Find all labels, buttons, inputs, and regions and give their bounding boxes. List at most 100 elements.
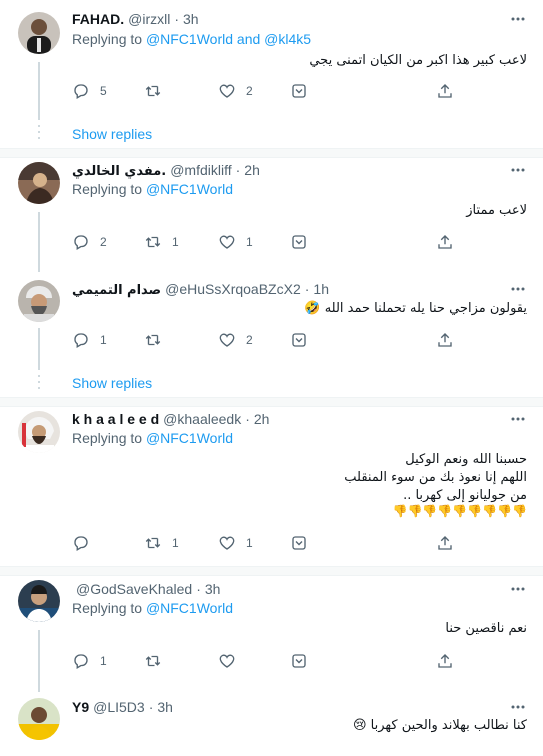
reply-button[interactable]: 2 — [72, 233, 107, 251]
reply-button[interactable]: 1 — [72, 652, 107, 670]
tweet-header: Y9 @LI5D3 · 3h — [72, 699, 173, 715]
separator-dot: · — [196, 581, 201, 597]
more-icon[interactable] — [510, 581, 526, 597]
user-handle[interactable]: @LI5D3 — [93, 699, 145, 715]
retweet-button[interactable] — [144, 82, 172, 100]
thread-line — [38, 212, 40, 272]
upload-icon — [438, 235, 452, 249]
show-replies-link[interactable]: Show replies — [72, 126, 152, 142]
separator-dot: · — [235, 162, 241, 178]
share-button[interactable] — [290, 233, 308, 251]
retweet-button[interactable]: 1 — [144, 233, 179, 251]
separator-dot: · — [245, 411, 250, 427]
share-icon — [292, 235, 306, 249]
tweet-header: @GodSaveKhaled · 3h — [72, 581, 220, 597]
more-icon[interactable] — [510, 281, 526, 297]
replying-to-link[interactable]: @NFC1World — [146, 600, 233, 616]
share-button[interactable] — [290, 534, 308, 552]
tweet-text: لاعب ممتاز — [466, 203, 527, 218]
retweet-button[interactable] — [144, 652, 172, 670]
like-count: 1 — [246, 536, 253, 550]
timestamp[interactable]: 2h — [254, 411, 270, 427]
reply-button[interactable]: 5 — [72, 82, 107, 100]
like-icon — [219, 536, 235, 550]
reply-icon — [74, 333, 88, 348]
reply-icon — [74, 536, 88, 551]
separator-dot: · — [148, 699, 154, 715]
replying-to-link[interactable]: @NFC1World — [146, 181, 233, 197]
show-replies-link[interactable]: Show replies — [72, 375, 152, 391]
reply-icon — [74, 84, 88, 99]
retweet-icon — [145, 334, 161, 346]
retweet-button[interactable]: 1 — [144, 534, 179, 552]
thread-line — [38, 328, 40, 370]
more-icon[interactable] — [510, 699, 526, 715]
upload-button[interactable] — [436, 652, 454, 670]
like-button[interactable]: 1 — [218, 233, 253, 251]
share-icon — [292, 654, 306, 668]
avatar[interactable] — [18, 411, 60, 453]
share-icon — [292, 536, 306, 550]
avatar[interactable] — [18, 580, 60, 622]
timestamp[interactable]: 3h — [205, 581, 221, 597]
replying-to-link[interactable]: @NFC1World and @kl4k5 — [146, 31, 311, 47]
display-name[interactable]: Y9 — [72, 699, 89, 715]
reply-button[interactable] — [72, 534, 100, 552]
more-icon[interactable] — [510, 162, 526, 178]
action-bar: 2 1 1 — [72, 233, 462, 253]
upload-button[interactable] — [436, 331, 454, 349]
retweet-button[interactable] — [144, 331, 172, 349]
avatar[interactable] — [18, 698, 60, 740]
reply-count: 5 — [100, 84, 107, 98]
section-divider — [0, 566, 543, 576]
separator-dot: · — [304, 281, 310, 297]
share-icon — [292, 84, 306, 98]
timestamp[interactable]: 1h — [313, 281, 329, 297]
upload-button[interactable] — [436, 534, 454, 552]
user-handle[interactable]: @khaaleedk — [163, 411, 241, 427]
like-button[interactable] — [218, 652, 246, 670]
user-handle[interactable]: @eHuSsXrqoaBZcX2 — [165, 281, 301, 297]
retweet-count: 1 — [172, 536, 179, 550]
replying-to: Replying to @NFC1World — [72, 430, 233, 446]
retweet-icon — [145, 655, 161, 667]
avatar[interactable] — [18, 280, 60, 322]
user-handle[interactable]: @mfdikliff — [170, 162, 231, 178]
display-name[interactable]: صدام التميمي — [72, 283, 161, 298]
replying-prefix: Replying to — [72, 600, 143, 616]
upload-button[interactable] — [436, 82, 454, 100]
user-handle[interactable]: @GodSaveKhaled — [76, 581, 192, 597]
replying-prefix: Replying to — [72, 31, 143, 47]
action-bar: 1 — [72, 652, 462, 672]
timestamp[interactable]: 2h — [244, 162, 260, 178]
like-button[interactable]: 2 — [218, 82, 253, 100]
avatar[interactable] — [18, 162, 60, 204]
avatar[interactable] — [18, 12, 60, 54]
thread-line — [38, 630, 40, 692]
share-button[interactable] — [290, 331, 308, 349]
tweet-header: مفدي الخالدي. @mfdikliff · 2h — [72, 162, 260, 179]
user-handle[interactable]: @irzxll — [128, 11, 170, 27]
share-button[interactable] — [290, 652, 308, 670]
retweet-count: 1 — [172, 235, 179, 249]
like-button[interactable]: 2 — [218, 331, 253, 349]
display-name[interactable]: FAHAD. — [72, 11, 124, 27]
upload-icon — [438, 333, 452, 347]
timestamp[interactable]: 3h — [157, 699, 173, 715]
reply-button[interactable]: 1 — [72, 331, 107, 349]
more-icon[interactable] — [510, 11, 526, 27]
timestamp[interactable]: 3h — [183, 11, 199, 27]
upload-icon — [438, 654, 452, 668]
tweet-text: يقولون مزاجي حنا يله تحملنا حمد الله 🤣 — [304, 301, 527, 316]
more-icon[interactable] — [510, 411, 526, 427]
display-name[interactable]: k h a a l e e d — [72, 411, 159, 427]
like-button[interactable]: 1 — [218, 534, 253, 552]
share-button[interactable] — [290, 82, 308, 100]
replying-to-link[interactable]: @NFC1World — [146, 430, 233, 446]
tweet-text-line-4: 👎👎👎👎👎👎👎👎👎 — [392, 504, 527, 518]
like-count: 1 — [246, 235, 253, 249]
tweet-text: لاعب كبير هذا اكبر من الكيان اتمنى يجي — [309, 53, 527, 68]
separator-dot: · — [174, 11, 180, 27]
display-name[interactable]: مفدي الخالدي. — [72, 164, 166, 179]
upload-button[interactable] — [436, 233, 454, 251]
